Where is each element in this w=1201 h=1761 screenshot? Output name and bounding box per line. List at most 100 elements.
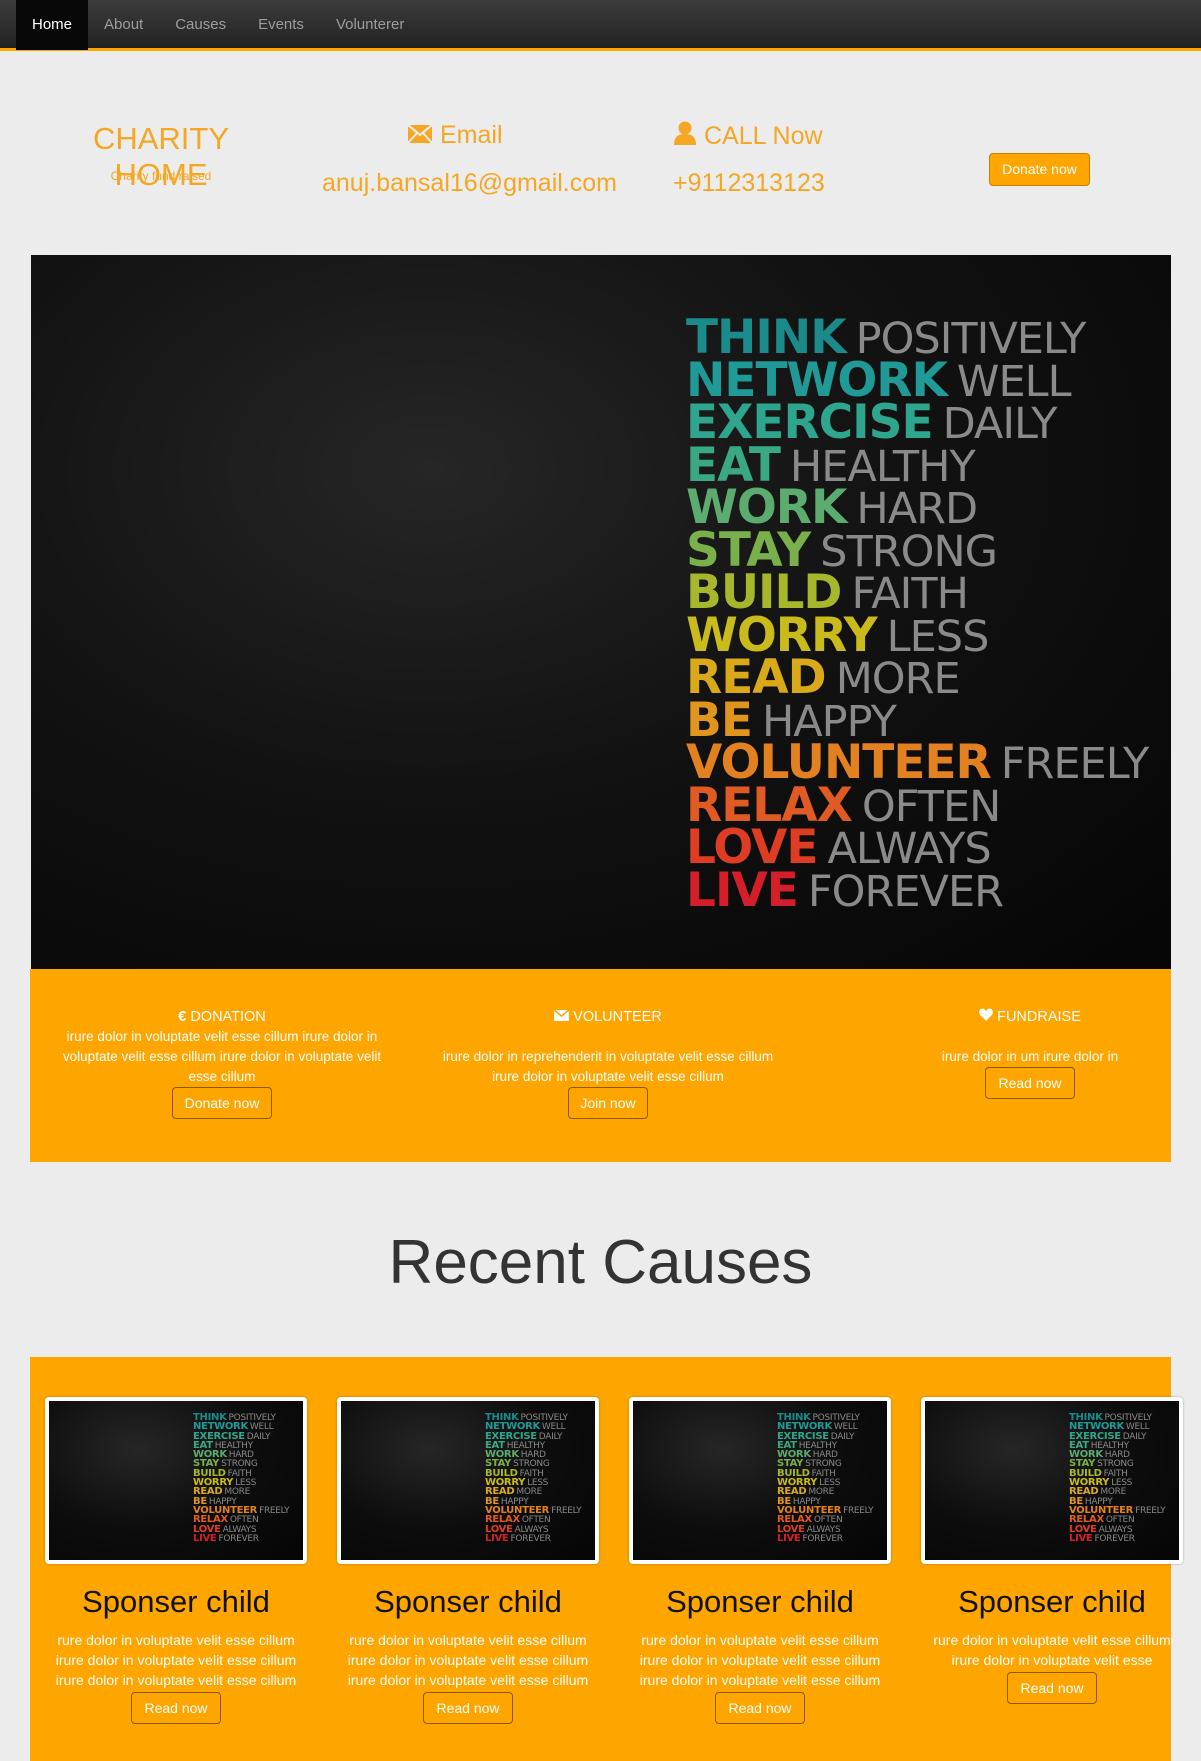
brand-subtitle: Charity fund raised [110, 169, 212, 183]
poster-line: READ MORE [193, 1486, 289, 1497]
poster-word-light: FREELY [259, 1505, 290, 1516]
nav-item-volunterer[interactable]: Volunterer [320, 0, 420, 50]
cause-image[interactable]: THINK POSITIVELY NETWORK WELL EXERCISE DAILY E… [921, 1397, 1183, 1564]
nav-item-home[interactable]: Home [16, 0, 89, 50]
hero-banner: THINK POSITIVELY NETWORK WELL EXERCISE DAILY E… [31, 255, 1171, 969]
cause-title: Sponser child [82, 1584, 270, 1619]
email-heading: Email [407, 121, 503, 150]
poster-line: LOVE ALWAYS [485, 1524, 581, 1535]
feature-fundraise: FUNDRAISE irure dolor in um irure dolor … [860, 1007, 1200, 1099]
poster-line: WORRY LESS [686, 608, 1148, 663]
cause-image[interactable]: THINK POSITIVELY NETWORK WELL EXERCISE DAILY E… [45, 1397, 307, 1564]
poster-word-light: FREELY [1135, 1505, 1166, 1516]
cause-card: THINK POSITIVELY NETWORK WELL EXERCISE DAILY E… [337, 1397, 599, 1724]
poster-line: BUILD FAITH [686, 565, 1148, 620]
heart-icon [979, 1007, 993, 1027]
feature-title-text: FUNDRAISE [997, 1009, 1081, 1025]
cause-title: Sponser child [374, 1584, 562, 1619]
feature-donation: € DONATION irure dolor in voluptate veli… [52, 1007, 392, 1119]
euro-icon: € [178, 1009, 187, 1025]
poster-line: EXERCISE DAILY [777, 1431, 873, 1442]
poster-line: WORRY LESS [1069, 1477, 1165, 1488]
cause-text: rure dolor in voluptate velit esse cillu… [639, 1632, 881, 1688]
poster-line: READ MORE [777, 1486, 873, 1497]
read-now-button[interactable]: Read now [1007, 1672, 1097, 1704]
motivational-poster: THINK POSITIVELY NETWORK WELL EXERCISE DAILY E… [686, 310, 1149, 918]
feature-title: FUNDRAISE [860, 1007, 1200, 1027]
poster-line: STAY STRONG [1069, 1458, 1165, 1469]
join-now-button[interactable]: Join now [568, 1087, 648, 1119]
poster-line: WORK HARD [686, 480, 1148, 535]
user-icon [674, 121, 696, 152]
call-label: CALL Now [704, 122, 823, 150]
read-now-button[interactable]: Read now [131, 1692, 221, 1724]
poster-line: VOLUNTEER FREELY [686, 735, 1149, 790]
cause-text: rure dolor in voluptate velit esse cillu… [933, 1632, 1171, 1668]
poster-word-bold: LIVE [777, 1532, 801, 1544]
poster-line: WORRY LESS [777, 1477, 873, 1488]
poster-thumbnail: THINK POSITIVELY NETWORK WELL EXERCISE DAILY E… [1069, 1412, 1166, 1544]
poster-line: WORK HARD [777, 1449, 873, 1460]
cause-text: rure dolor in voluptate velit esse cillu… [347, 1632, 589, 1688]
poster-line: LIVE FOREVER [1069, 1533, 1165, 1544]
poster-thumbnail: THINK POSITIVELY NETWORK WELL EXERCISE DAILY E… [777, 1412, 874, 1544]
envelope-icon [553, 1007, 570, 1027]
poster-line: STAY STRONG [686, 523, 1148, 578]
cause-title: Sponser child [958, 1584, 1146, 1619]
email-label: Email [440, 121, 503, 149]
feature-volunteer: VOLUNTEER irure dolor in reprehenderit i… [438, 1007, 778, 1119]
nav-item-about[interactable]: About [88, 0, 159, 50]
poster-word-light: FOREVER [802, 1533, 843, 1544]
nav-item-causes[interactable]: Causes [159, 0, 242, 50]
call-heading: CALL Now [674, 121, 823, 152]
poster-line: THINK POSITIVELY [1069, 1412, 1165, 1423]
poster-line: VOLUNTEER FREELY [193, 1505, 290, 1516]
read-now-button[interactable]: Read now [423, 1692, 513, 1724]
poster-line: WORK HARD [193, 1449, 289, 1460]
poster-word-bold: LIVE [485, 1532, 509, 1544]
poster-word-light: FOREVER [1094, 1533, 1135, 1544]
poster-line: EAT HEALTHY [193, 1440, 289, 1451]
nav-item-events[interactable]: Events [242, 0, 320, 50]
feature-text: irure dolor in um irure dolor in [941, 1049, 1119, 1064]
phone-value[interactable]: +9112313123 [673, 169, 825, 198]
poster-line: BUILD FAITH [485, 1468, 581, 1479]
poster-thumbnail: THINK POSITIVELY NETWORK WELL EXERCISE DAILY E… [485, 1412, 582, 1544]
poster-line: LIVE FOREVER [485, 1532, 581, 1544]
feature-title: VOLUNTEER [438, 1007, 778, 1027]
poster-line: WORRY LESS [193, 1477, 289, 1488]
poster-line: LOVE ALWAYS [1069, 1524, 1165, 1535]
email-value[interactable]: anuj.bansal16@gmail.com [322, 169, 617, 198]
poster-line: THINK POSITIVELY [686, 310, 1148, 365]
cause-card: THINK POSITIVELY NETWORK WELL EXERCISE DAILY E… [45, 1397, 307, 1724]
poster-line: THINK POSITIVELY [485, 1412, 581, 1423]
poster-line: READ MORE [485, 1486, 581, 1497]
header: CHARITY HOME Charity fund raised Email a… [0, 51, 1201, 254]
poster-line: BUILD FAITH [193, 1468, 289, 1479]
poster-line: STAY STRONG [777, 1458, 873, 1469]
read-now-button[interactable]: Read now [715, 1692, 805, 1724]
cause-title: Sponser child [666, 1584, 854, 1619]
poster-line: EXERCISE DAILY [686, 395, 1148, 450]
donate-now-button[interactable]: Donate now [989, 153, 1090, 186]
poster-word-light: FOREVER [218, 1533, 259, 1544]
poster-word-light: FREELY [1000, 739, 1149, 789]
poster-line: EAT HEALTHY [485, 1440, 581, 1451]
nav-menu: Home About Causes Events Volunterer [0, 0, 1201, 50]
donate-now-button[interactable]: Donate now [172, 1087, 272, 1119]
cause-text: rure dolor in voluptate velit esse cillu… [55, 1632, 297, 1688]
poster-line: EAT HEALTHY [1069, 1440, 1165, 1451]
poster-line: LIVE FOREVER [686, 863, 1148, 918]
causes-section: THINK POSITIVELY NETWORK WELL EXERCISE DAILY E… [30, 1357, 1183, 1761]
poster-line: VOLUNTEER FREELY [777, 1505, 874, 1516]
poster-line: WORRY LESS [485, 1477, 581, 1488]
poster-line: THINK POSITIVELY [777, 1412, 873, 1423]
poster-line: READ MORE [1069, 1486, 1165, 1497]
read-now-button[interactable]: Read now [985, 1067, 1075, 1099]
poster-line: VOLUNTEER FREELY [485, 1505, 582, 1516]
feature-text: irure dolor in voluptate velit esse cill… [62, 1029, 382, 1084]
poster-line: STAY STRONG [193, 1458, 289, 1469]
cause-image[interactable]: THINK POSITIVELY NETWORK WELL EXERCISE DAILY E… [629, 1397, 891, 1564]
cause-image[interactable]: THINK POSITIVELY NETWORK WELL EXERCISE DAILY E… [337, 1397, 599, 1564]
recent-causes-title: Recent Causes [388, 1228, 813, 1297]
